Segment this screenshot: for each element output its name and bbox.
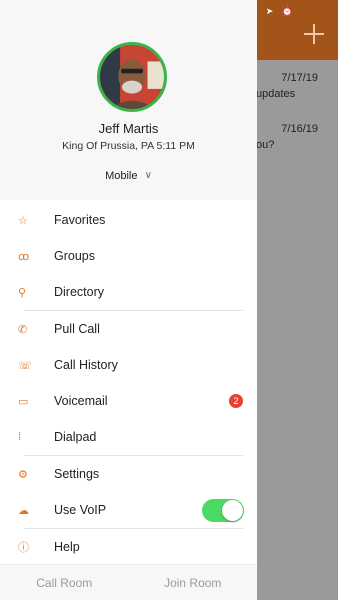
menu-item-label: Dialpad — [54, 430, 97, 444]
toggle-knob — [222, 500, 243, 521]
chevron-down-icon: ∨ — [144, 170, 152, 181]
menu-item-pull-call[interactable]: ✆ Pull Call — [0, 311, 257, 347]
menu-item-dialpad[interactable]: ⁞ Dialpad — [0, 419, 257, 455]
conversation-date: 7/17/19 — [281, 72, 318, 84]
conversation-snippet: updates — [256, 88, 296, 100]
menu-item-favorites[interactable]: ☆ Favorites — [0, 202, 257, 238]
search-icon: ⚲ — [18, 286, 27, 299]
menu-item-label: Directory — [54, 285, 105, 299]
add-icon[interactable] — [302, 22, 326, 46]
menu-item-label: Help — [54, 540, 80, 554]
star-icon: ☆ — [18, 214, 28, 227]
menu-item-label: Use VoIP — [54, 503, 107, 517]
avatar-photo — [100, 45, 164, 109]
gear-icon: ⚙ — [18, 468, 28, 481]
status-icons: ➤ ⏰ — [265, 6, 296, 16]
conversation-date: 7/16/19 — [281, 123, 318, 135]
join-room-button[interactable]: Join Room — [129, 576, 258, 590]
use-voip-toggle[interactable] — [202, 499, 244, 522]
device-label: Mobile — [105, 170, 138, 182]
dialpad-icon: ⁞ — [18, 431, 22, 443]
drawer-menu: ☆ Favorites ꝏ Groups ⚲ Directory ✆ Pull … — [0, 202, 257, 565]
conversation-snippet: ou? — [256, 139, 275, 151]
voicemail-icon: ▭ — [18, 395, 29, 408]
phone-pull-icon: ✆ — [18, 323, 28, 336]
menu-item-label: Favorites — [54, 213, 106, 227]
user-location-time: King Of Prussia, PA 5:11 PM — [62, 140, 195, 152]
menu-item-call-history[interactable]: ☏ Call History — [0, 347, 257, 383]
profile-header: Jeff Martis King Of Prussia, PA 5:11 PM … — [0, 0, 257, 200]
menu-item-directory[interactable]: ⚲ Directory — [0, 274, 257, 310]
menu-item-label: Settings — [54, 467, 100, 481]
menu-item-label: Voicemail — [54, 394, 108, 408]
help-icon: ⓘ — [18, 542, 29, 554]
cloud-icon: ☁ — [18, 504, 29, 517]
menu-item-label: Groups — [54, 249, 95, 263]
navigation-drawer: Jeff Martis King Of Prussia, PA 5:11 PM … — [0, 0, 257, 600]
groups-icon: ꝏ — [18, 250, 30, 263]
menu-item-groups[interactable]: ꝏ Groups — [0, 238, 257, 274]
call-room-button[interactable]: Call Room — [0, 576, 129, 590]
voicemail-count-badge: 2 — [229, 394, 243, 408]
menu-item-help[interactable]: ⓘ Help — [0, 529, 257, 565]
device-selector[interactable]: Mobile ∨ — [0, 170, 257, 182]
menu-item-label: Pull Call — [54, 322, 100, 336]
menu-item-use-voip: ☁ Use VoIP — [0, 492, 257, 528]
menu-item-voicemail[interactable]: ▭ Voicemail 2 — [0, 383, 257, 419]
avatar[interactable] — [97, 42, 167, 112]
call-history-icon: ☏ — [18, 359, 32, 372]
drawer-footer: Call Room Join Room — [0, 564, 257, 600]
menu-item-label: Call History — [54, 358, 118, 372]
menu-item-settings[interactable]: ⚙ Settings — [0, 456, 257, 492]
user-name: Jeff Martis — [98, 121, 159, 136]
